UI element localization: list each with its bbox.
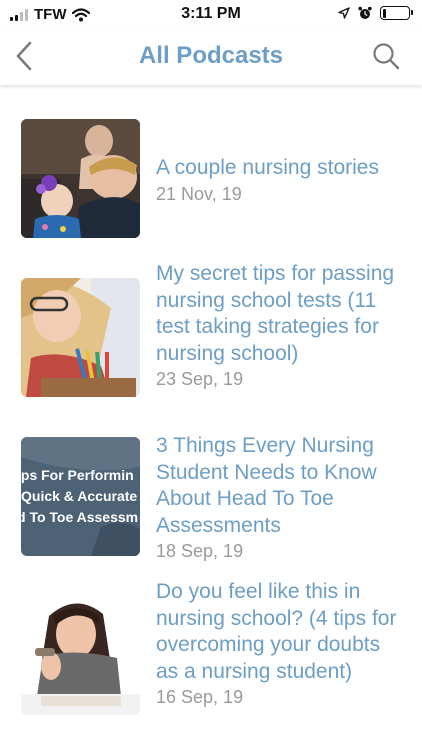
podcast-thumbnail bbox=[21, 278, 140, 397]
status-bar: TFW 3:11 PM bbox=[0, 0, 422, 30]
podcast-date: 16 Sep, 19 bbox=[156, 687, 244, 707]
podcast-date: 18 Sep, 19 bbox=[156, 541, 244, 561]
podcast-title: A couple nursing stories bbox=[156, 156, 379, 179]
thumb-text-line-1: ips For Performin bbox=[21, 467, 134, 483]
nav-bar: All Podcasts bbox=[0, 30, 422, 85]
thumb-text-line-3: d To Toe Assessm bbox=[21, 509, 138, 525]
thumb-text-line-2: Quick & Accurate bbox=[21, 488, 137, 504]
podcast-title: Do you feel like this in nursing school?… bbox=[156, 580, 397, 683]
podcast-date: 23 Sep, 19 bbox=[156, 369, 244, 389]
search-icon bbox=[373, 43, 400, 70]
podcast-item[interactable]: ips For Performin Quick & Accurate d To … bbox=[0, 433, 422, 563]
podcast-text: 3 Things Every Nursing Student Needs to … bbox=[156, 433, 406, 562]
podcast-text: A couple nursing stories 21 Nov, 19 bbox=[156, 155, 406, 205]
podcast-thumbnail: ips For Performin Quick & Accurate d To … bbox=[21, 437, 140, 556]
podcast-thumbnail bbox=[21, 119, 140, 238]
podcast-title: My secret tips for passing nursing schoo… bbox=[156, 262, 395, 365]
podcast-title: 3 Things Every Nursing Student Needs to … bbox=[156, 434, 377, 537]
alarm-icon bbox=[358, 6, 372, 19]
podcast-thumbnail bbox=[21, 596, 140, 715]
status-right bbox=[338, 6, 413, 20]
podcast-item[interactable]: A couple nursing stories 21 Nov, 19 bbox=[0, 119, 422, 239]
podcast-date: 21 Nov, 19 bbox=[156, 183, 242, 204]
podcast-item[interactable]: Do you feel like this in nursing school?… bbox=[0, 579, 422, 739]
page-title: All Podcasts bbox=[138, 42, 284, 69]
podcast-item[interactable]: My secret tips for passing nursing schoo… bbox=[0, 261, 422, 421]
podcast-text: Do you feel like this in nursing school?… bbox=[156, 579, 406, 708]
location-icon bbox=[338, 7, 350, 19]
battery-fill bbox=[382, 8, 387, 18]
battery-icon bbox=[380, 6, 413, 20]
search-button[interactable] bbox=[368, 38, 404, 74]
podcast-text: My secret tips for passing nursing schoo… bbox=[156, 261, 406, 390]
